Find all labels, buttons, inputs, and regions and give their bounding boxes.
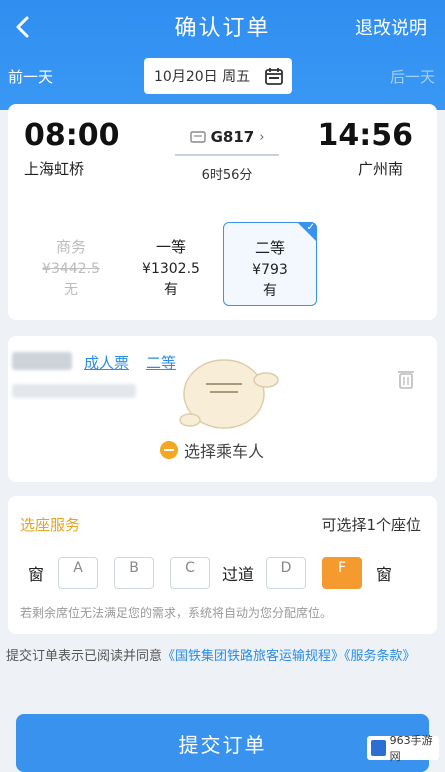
ticket-icon bbox=[189, 131, 206, 143]
passenger-id-blurred bbox=[12, 384, 136, 398]
aisle-label: 过道 bbox=[222, 565, 255, 584]
date-selector[interactable]: 10月20日 周五 bbox=[144, 58, 292, 94]
railway-rules-link[interactable]: 《国铁集团铁路旅客运输规程》 bbox=[162, 649, 344, 664]
seat-notice: 若剩余席位无法满足您的需求，系统将自动为您分配席位。 bbox=[20, 606, 333, 620]
trash-icon[interactable] bbox=[397, 368, 415, 390]
train-info[interactable]: G817 › 6时56分 bbox=[172, 128, 282, 183]
seat-available-text: 可选择1个座位 bbox=[321, 516, 421, 534]
seat-class-label: 二等 bbox=[254, 239, 285, 257]
choose-passenger-label: 选择乘车人 bbox=[184, 442, 265, 461]
watermark-logo bbox=[371, 740, 386, 756]
seat-class-price: ¥793 bbox=[252, 262, 288, 278]
watermark: 963手游网 bbox=[367, 734, 439, 763]
seat-class-status: 有 bbox=[263, 283, 277, 299]
trip-duration: 6时56分 bbox=[201, 168, 253, 183]
refund-policy-link[interactable]: 退改说明 bbox=[355, 14, 427, 40]
seat-class-business[interactable]: 商务 ¥3442.5 无 bbox=[24, 222, 118, 306]
date-label: 10月20日 周五 bbox=[154, 69, 251, 85]
seat-class-second[interactable]: ✓ 二等 ¥793 有 bbox=[223, 222, 317, 306]
seat-service-card: 选座服务 可选择1个座位 窗 A B C 过道 D F 窗 若剩余席位无法满足您… bbox=[8, 496, 437, 634]
watermark-text: 963手游网 bbox=[389, 734, 433, 763]
seat-class-price: ¥1302.5 bbox=[142, 261, 200, 277]
prev-day-button[interactable]: 前一天 bbox=[8, 66, 53, 87]
seat-class-status: 有 bbox=[164, 282, 178, 298]
arrival-station: 广州南 bbox=[357, 160, 403, 178]
seat-class-label: 一等 bbox=[155, 238, 186, 256]
route-line bbox=[175, 154, 279, 156]
next-day-button[interactable]: 后一天 bbox=[390, 66, 435, 87]
arrival-time: 14:56 bbox=[317, 118, 414, 153]
seat-B[interactable]: B bbox=[111, 557, 158, 590]
terms-link[interactable]: 《服务条款》 bbox=[344, 649, 416, 664]
minus-circle-icon bbox=[160, 441, 178, 459]
chevron-right-icon: › bbox=[259, 129, 265, 145]
seat-class-label: 商务 bbox=[55, 238, 86, 256]
agreement-prefix: 提交订单表示已阅读并同意 bbox=[6, 649, 163, 664]
seat-class-first[interactable]: 一等 ¥1302.5 有 bbox=[124, 222, 218, 306]
passenger-card: 成人票 二等 选择乘车人 bbox=[8, 336, 437, 482]
seat-D[interactable]: D bbox=[263, 557, 310, 590]
departure-station: 上海虹桥 bbox=[24, 160, 85, 178]
seat-service-title: 选座服务 bbox=[20, 516, 81, 534]
train-number: G817 bbox=[210, 128, 255, 146]
seat-class-price: ¥3442.5 bbox=[42, 261, 100, 277]
header-bar: 确认订单 退改说明 前一天 10月20日 周五 后一天 bbox=[0, 0, 445, 110]
passenger-name-blurred bbox=[12, 352, 72, 370]
window-label-right: 窗 bbox=[376, 565, 393, 584]
seat-A[interactable]: A bbox=[55, 557, 102, 590]
mascot-icon bbox=[179, 359, 279, 429]
seat-class-status: 无 bbox=[64, 282, 78, 298]
seat-F[interactable]: F bbox=[322, 557, 363, 589]
trip-card: 08:00 上海虹桥 G817 › 6时56分 14:56 广州南 商务 ¥34… bbox=[8, 104, 437, 320]
calendar-icon bbox=[265, 68, 283, 85]
ticket-type-link[interactable]: 成人票 bbox=[84, 352, 129, 373]
choose-passenger-button[interactable]: 选择乘车人 bbox=[160, 438, 264, 462]
departure-time: 08:00 bbox=[24, 118, 120, 153]
window-label-left: 窗 bbox=[28, 565, 45, 584]
seat-C[interactable]: C bbox=[167, 557, 214, 590]
agreement-text: 提交订单表示已阅读并同意《国铁集团铁路旅客运输规程》《服务条款》 bbox=[0, 646, 445, 668]
check-icon: ✓ bbox=[306, 222, 315, 233]
seat-map: 窗 A B C 过道 D F 窗 bbox=[28, 556, 392, 590]
